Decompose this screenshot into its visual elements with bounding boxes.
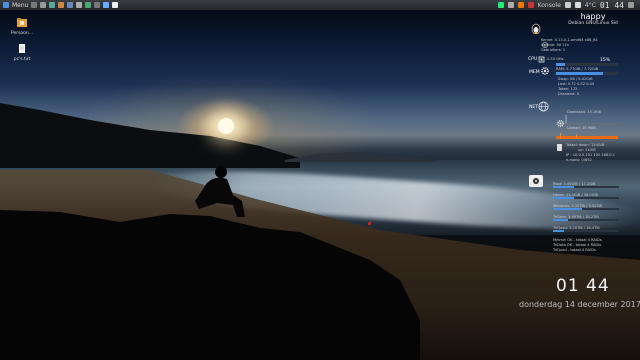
disk-data: TriData: 3.95TiB / 18.2TiB bbox=[553, 215, 619, 226]
desktop-icon-label: pc's.txt bbox=[13, 57, 31, 62]
desktop-icon-label: Persoon... bbox=[10, 31, 34, 36]
disk-windows: Windows: 4.20TiB / 9.50TiB bbox=[553, 204, 619, 215]
net-label: NET bbox=[529, 105, 538, 110]
info-icon bbox=[542, 42, 548, 48]
globe-icon bbox=[538, 101, 549, 112]
browser-icon[interactable] bbox=[49, 2, 56, 8]
disk-bar bbox=[553, 197, 619, 199]
ram-usage: RAM: 5.77GiB / 7.72GiB bbox=[556, 67, 599, 71]
download-speed: Download: 15.1KiB bbox=[567, 110, 602, 114]
sitting-person-silhouette bbox=[195, 166, 245, 217]
disk-bar bbox=[553, 208, 619, 210]
text-file-icon bbox=[19, 44, 25, 53]
disk-bar bbox=[553, 219, 619, 221]
mem-label: MEM bbox=[529, 70, 540, 75]
email-count: e-mails: 0/692 bbox=[566, 158, 592, 162]
mem-details: Swap: 0B / 8.02GiB Last: 0.72 0.52 0.44 … bbox=[558, 77, 594, 97]
gear-icon bbox=[557, 120, 564, 127]
tray-icon[interactable] bbox=[497, 2, 504, 8]
disk-bar bbox=[553, 230, 619, 232]
raid-status: Minmin OK - totaal 4 RAIDs TriData OK - … bbox=[553, 238, 619, 253]
tux-icon bbox=[531, 23, 541, 34]
headland-silhouette bbox=[0, 103, 300, 168]
app-icon[interactable] bbox=[94, 2, 101, 8]
cpu-frequency: 2.50 GHz bbox=[547, 57, 564, 61]
red-marker bbox=[368, 222, 371, 225]
desktop-icon-file[interactable]: pc's.txt bbox=[8, 44, 36, 62]
tray-icon[interactable] bbox=[517, 2, 524, 8]
system-info: Kernel: 4.13.0-1-amd64 x86_64 Uptime: 3d… bbox=[541, 38, 598, 53]
cpu-bar bbox=[556, 63, 618, 66]
desktop-clock: 01 44 bbox=[556, 276, 610, 296]
hard-disk-icon bbox=[529, 175, 543, 187]
sun bbox=[218, 118, 234, 134]
running-count: Draaiend: 0 bbox=[558, 92, 580, 96]
raid-line: TriQuad - totaal 4 RAIDs bbox=[553, 248, 596, 252]
app-icon[interactable] bbox=[103, 2, 110, 8]
disk-root: Root: 5.45GiB / 17.2GiB bbox=[553, 182, 619, 193]
cpu-label: CPU bbox=[528, 57, 538, 62]
os-name: Debian GNU/Linux Sid bbox=[568, 21, 618, 26]
distant-hills bbox=[285, 152, 435, 162]
desktop-date: donderdag 14 december 2017 bbox=[519, 300, 640, 309]
volume-icon[interactable] bbox=[574, 2, 581, 8]
launcher-icon[interactable] bbox=[31, 2, 38, 8]
menu-icon[interactable] bbox=[3, 2, 9, 8]
users: Gebruikers: 1 bbox=[541, 48, 566, 52]
files-icon[interactable] bbox=[40, 2, 47, 8]
disk-bar bbox=[553, 186, 619, 188]
tray-icon[interactable] bbox=[527, 2, 534, 8]
menu-button[interactable]: Menu bbox=[12, 2, 28, 9]
hostname: happy bbox=[580, 12, 606, 21]
terminal-icon[interactable] bbox=[58, 2, 65, 8]
app-icon[interactable] bbox=[85, 2, 92, 8]
network-icon[interactable] bbox=[564, 2, 571, 8]
folder-icon bbox=[17, 18, 27, 27]
tray-icon[interactable] bbox=[507, 2, 514, 8]
window-button[interactable]: Konsole bbox=[538, 2, 561, 9]
document-icon bbox=[557, 144, 562, 151]
net-totals: Totaal: down: 124GiB up: 11GiB IP : 10.0… bbox=[566, 143, 615, 163]
gear-icon bbox=[541, 67, 549, 75]
cpu-icon bbox=[538, 56, 545, 63]
top-taskbar: Menu Konsole 4°C 01 44 bbox=[0, 0, 640, 10]
editor-icon[interactable] bbox=[76, 2, 83, 8]
disk-list: Root: 5.45GiB / 17.2GiB Home: 11.5GiB / … bbox=[553, 182, 619, 253]
taskbar-clock[interactable]: 01 44 bbox=[600, 1, 624, 10]
disk-quad: TriQuad: 3.20TiB / 18.4TiB bbox=[553, 226, 619, 237]
disk-home: Home: 11.5GiB / 36.0GiB bbox=[553, 193, 619, 204]
conky-monitor: happy Debian GNU/Linux Sid bbox=[526, 12, 638, 26]
desktop-icon-folder[interactable]: Persoon... bbox=[8, 18, 36, 36]
app-icon[interactable] bbox=[112, 2, 119, 8]
temperature: 4°C bbox=[584, 1, 596, 9]
mail-icon[interactable] bbox=[67, 2, 74, 8]
ram-bar bbox=[556, 72, 618, 75]
download-graph bbox=[556, 115, 618, 124]
upload-graph bbox=[556, 133, 618, 139]
power-icon[interactable] bbox=[628, 2, 634, 8]
